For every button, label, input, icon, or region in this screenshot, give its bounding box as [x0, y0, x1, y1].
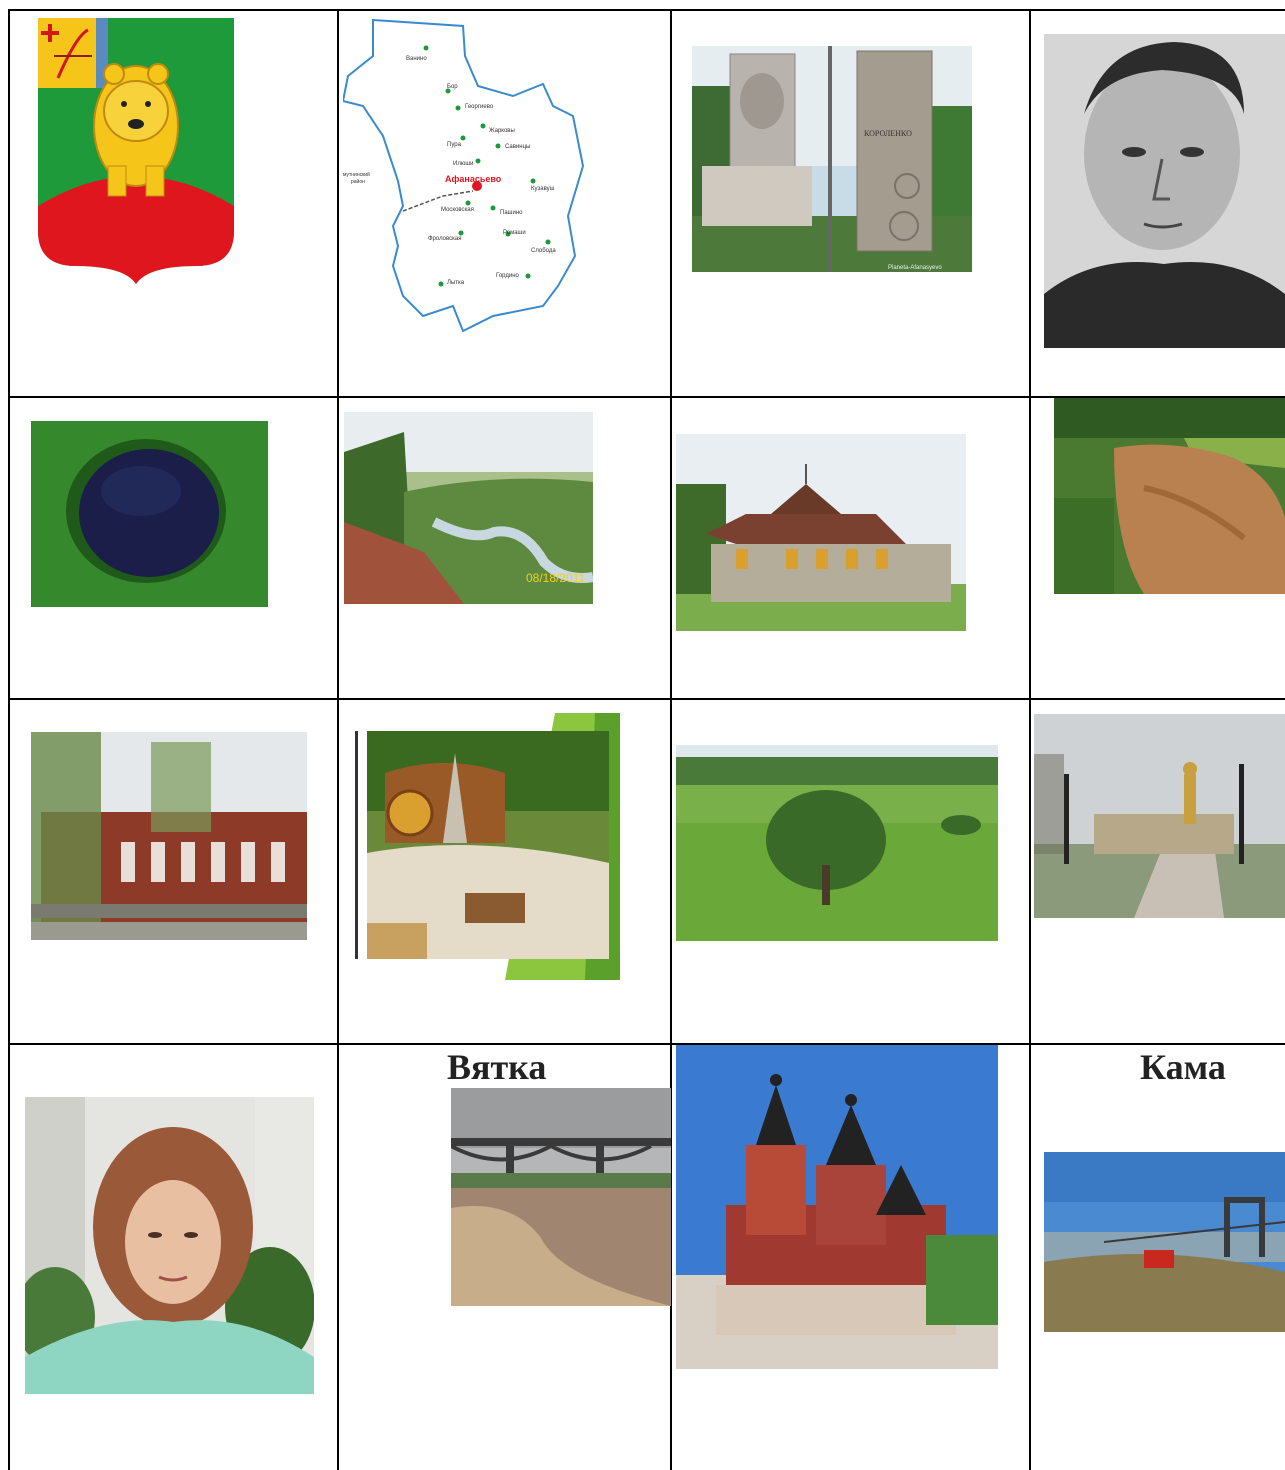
table-border-row-3: [8, 1043, 1285, 1045]
korolenko-monument-photo: КОРОЛЕНКО Planeta-Afanasyevo: [692, 46, 972, 272]
river-valley-photo: 08/18/2011: [344, 412, 593, 604]
settlement-label: Московская: [441, 207, 474, 213]
settlement-label: Ромаши: [503, 230, 526, 236]
settlement-label: Савинцы: [505, 144, 530, 150]
table-border-col-1: [337, 10, 339, 1470]
red-brick-cathedral-photo: [676, 1045, 998, 1369]
photo-date-stamp: 08/18/2011: [526, 571, 585, 585]
portrait-photo-woman: [25, 1097, 314, 1394]
settlement-label: Слобода: [531, 248, 556, 254]
cliff-ravine-photo: [1054, 398, 1285, 594]
coat-of-arms-image: [36, 16, 238, 286]
district-map: Ванино Бор Георгиево Жарковы Пура Савинц…: [343, 16, 593, 336]
war-memorial-photo: [1034, 714, 1285, 918]
settlement-label: Кузавуш: [531, 186, 555, 192]
caption-vyatka: Вятка: [447, 1047, 547, 1087]
map-center-label: Афанасьево: [445, 174, 502, 184]
settlement-label: Фроловская: [428, 236, 461, 242]
kama-river-ferry-photo: [1044, 1152, 1285, 1332]
settlement-label: Бор: [447, 84, 458, 90]
settlement-label: Илюши: [453, 161, 473, 167]
table-border-row-2: [8, 698, 1285, 700]
map-district-label: мутнинский: [343, 171, 370, 178]
lake-aerial-photo: [31, 421, 268, 607]
settlement-label: Ванино: [406, 56, 427, 62]
settlement-label: Лытка: [447, 280, 465, 286]
table-border-col-3: [1029, 10, 1031, 1470]
vyatka-river-bridge-photo: [451, 1088, 671, 1306]
table-border-top: [8, 9, 1285, 11]
settlement-label: Пура: [447, 142, 462, 148]
hobbit-house-slide: [355, 713, 620, 980]
monument-name-text: КОРОЛЕНКО: [864, 129, 912, 138]
photo-watermark: Planeta-Afanasyevo: [888, 265, 942, 271]
brick-building-photo: [31, 732, 307, 940]
wooden-church-photo: [676, 434, 966, 631]
settlement-label: Гордино: [496, 273, 520, 279]
table-border-left: [8, 10, 10, 1470]
caption-kama: Кама: [1140, 1047, 1226, 1087]
green-meadow-photo: [676, 745, 998, 941]
settlement-label: Пашино: [500, 210, 523, 216]
map-district-label: район: [351, 178, 365, 185]
portrait-photo-man: [1044, 34, 1285, 348]
settlement-label: Георгиево: [465, 104, 494, 110]
settlement-label: Жарковы: [489, 128, 515, 134]
